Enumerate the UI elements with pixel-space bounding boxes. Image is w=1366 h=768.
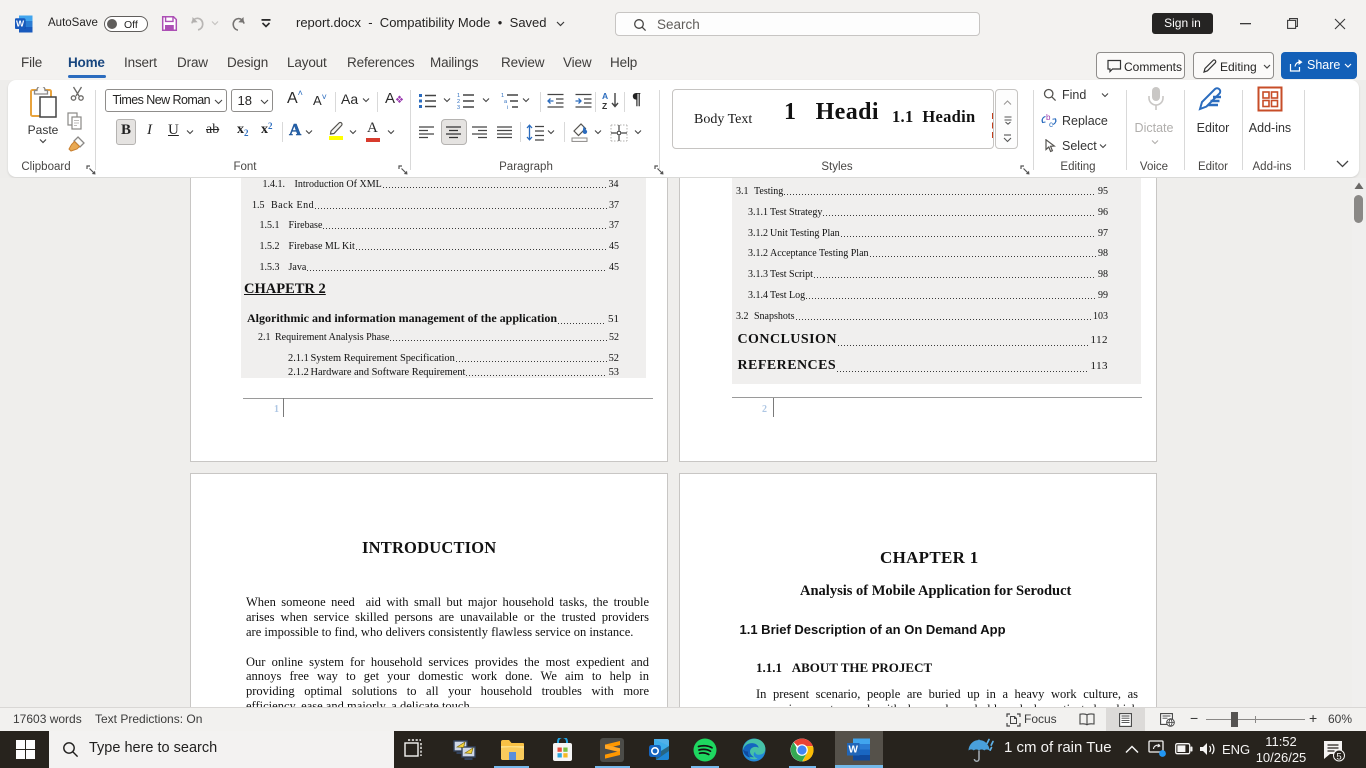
- svg-text:Z: Z: [602, 101, 607, 110]
- svg-text:5: 5: [1336, 751, 1341, 762]
- svg-text:c: c: [1049, 120, 1053, 128]
- svg-text:W: W: [16, 19, 25, 29]
- svg-text:i: i: [507, 105, 508, 109]
- svg-text:W: W: [848, 745, 858, 756]
- svg-text:A: A: [602, 91, 608, 101]
- svg-text:3: 3: [457, 105, 460, 109]
